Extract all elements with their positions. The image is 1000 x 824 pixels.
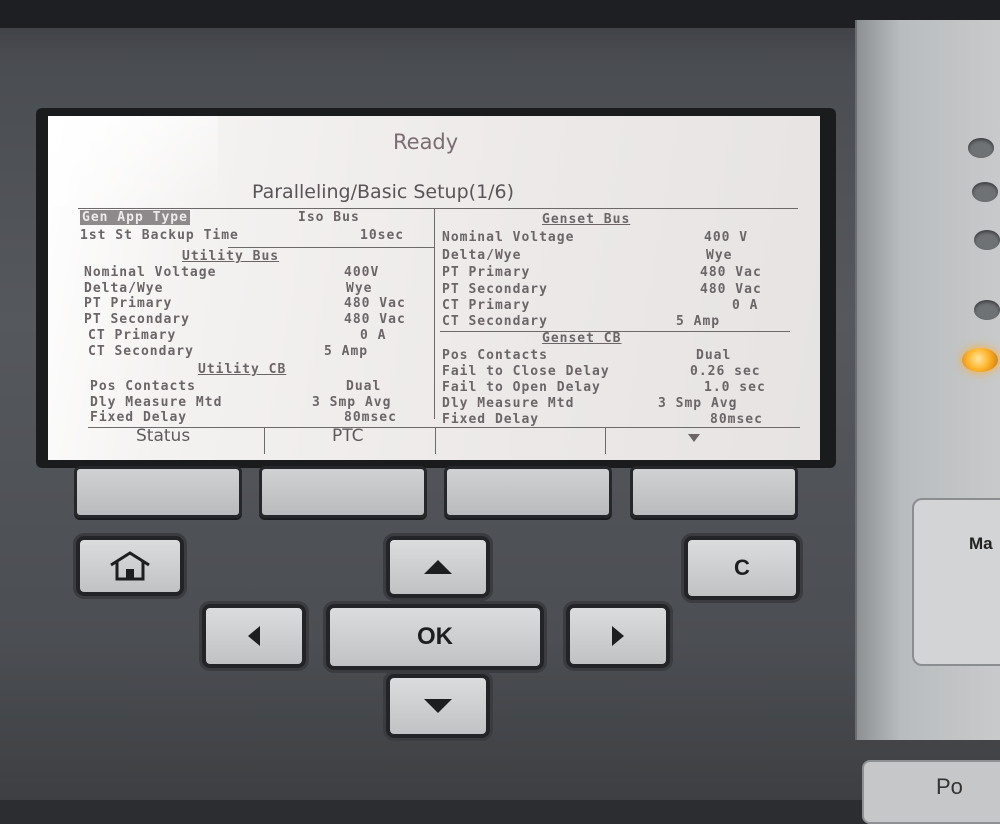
row-value: 400V bbox=[344, 265, 380, 280]
row-value: 3 Smp Avg bbox=[658, 396, 738, 411]
ok-button[interactable]: OK bbox=[326, 604, 544, 670]
row-value: 1.0 sec bbox=[704, 380, 766, 395]
softkey-4-button[interactable] bbox=[630, 466, 798, 518]
softkey-separator bbox=[435, 428, 436, 454]
row-value: 480 Vac bbox=[344, 312, 406, 327]
row-value: 80msec bbox=[344, 410, 397, 425]
indicator-light-4 bbox=[974, 300, 1000, 320]
section-divider bbox=[228, 247, 434, 248]
arrow-down-button[interactable] bbox=[386, 674, 490, 738]
lcd-screen: Ready Paralleling/Basic Setup(1/6) Gen A… bbox=[48, 116, 820, 460]
arrow-up-icon bbox=[424, 560, 452, 574]
row-label: Nominal Voltage bbox=[442, 230, 575, 245]
row-label: PT Secondary bbox=[442, 282, 548, 297]
row-value: Dual bbox=[346, 379, 382, 394]
row-value: 0.26 sec bbox=[690, 364, 761, 379]
row-value: Wye bbox=[346, 281, 373, 296]
clear-button[interactable]: C bbox=[684, 536, 800, 600]
section-title-utility-bus: Utility Bus bbox=[182, 249, 280, 264]
softkey-bar-divider bbox=[88, 427, 800, 428]
row-value: 480 Vac bbox=[700, 282, 762, 297]
clear-button-label: C bbox=[734, 555, 750, 580]
home-button[interactable] bbox=[76, 536, 184, 596]
row-value: 5 Amp bbox=[676, 314, 721, 329]
row-label: PT Primary bbox=[84, 296, 173, 311]
indicator-light-1 bbox=[968, 138, 994, 158]
row-label: Pos Contacts bbox=[442, 348, 548, 363]
side-mode-button[interactable]: Ma bbox=[912, 498, 1000, 666]
row-label: PT Primary bbox=[442, 265, 531, 280]
screen-glare bbox=[48, 116, 218, 206]
row-label: Delta/Wye bbox=[84, 281, 164, 296]
row-label: Dly Measure Mtd bbox=[90, 395, 223, 410]
row-value: 80msec bbox=[710, 412, 763, 427]
column-divider bbox=[434, 209, 435, 419]
row-label: Dly Measure Mtd bbox=[442, 396, 575, 411]
softkey-label-ptc: PTC bbox=[332, 426, 364, 446]
row-label: Fail to Close Delay bbox=[442, 364, 610, 379]
home-icon bbox=[110, 551, 150, 581]
status-text: Ready bbox=[393, 130, 459, 154]
row-value: 480 Vac bbox=[700, 265, 762, 280]
row-label: PT Secondary bbox=[84, 312, 190, 327]
row-label: Fixed Delay bbox=[90, 410, 188, 425]
softkey-3-button[interactable] bbox=[444, 466, 612, 518]
row-label: Fail to Open Delay bbox=[442, 380, 601, 395]
row-value: 480 Vac bbox=[344, 296, 406, 311]
row-value: Iso Bus bbox=[298, 210, 360, 225]
row-label: Gen App Type bbox=[80, 210, 190, 225]
row-value: 10sec bbox=[360, 228, 405, 243]
section-title-genset-cb: Genset CB bbox=[542, 331, 622, 346]
row-label: Delta/Wye bbox=[442, 248, 522, 263]
row-label: Nominal Voltage bbox=[84, 265, 217, 280]
indicator-light-2 bbox=[972, 182, 998, 202]
page-title: Paralleling/Basic Setup(1/6) bbox=[252, 181, 515, 203]
row-value: 5 Amp bbox=[324, 344, 369, 359]
indicator-light-3 bbox=[974, 230, 1000, 250]
row-label: 1st St Backup Time bbox=[80, 228, 239, 243]
row-label: CT Secondary bbox=[442, 314, 548, 329]
softkey-1-button[interactable] bbox=[74, 466, 242, 518]
row-value: 0 A bbox=[360, 328, 387, 343]
row-label: CT Primary bbox=[88, 328, 177, 343]
row-value: Dual bbox=[696, 348, 732, 363]
softkey-label-status: Status bbox=[136, 426, 191, 446]
row-label: CT Primary bbox=[442, 298, 531, 313]
row-value: 3 Smp Avg bbox=[312, 395, 392, 410]
arrow-right-button[interactable] bbox=[566, 604, 670, 668]
status-led bbox=[962, 348, 998, 372]
section-title-utility-cb: Utility CB bbox=[198, 362, 287, 377]
power-button-label: Po bbox=[936, 774, 963, 799]
chevron-down-icon bbox=[688, 434, 700, 442]
row-label: CT Secondary bbox=[88, 344, 194, 359]
softkey-separator bbox=[605, 428, 606, 454]
section-title-genset-bus: Genset Bus bbox=[542, 212, 631, 227]
arrow-left-icon bbox=[248, 626, 260, 646]
softkey-2-button[interactable] bbox=[259, 466, 427, 518]
arrow-right-icon bbox=[612, 626, 624, 646]
row-value: 0 A bbox=[732, 298, 759, 313]
arrow-down-icon bbox=[424, 699, 452, 713]
top-strip bbox=[0, 0, 1000, 28]
row-label: Pos Contacts bbox=[90, 379, 196, 394]
row-value: 400 V bbox=[704, 230, 749, 245]
title-divider bbox=[78, 208, 798, 209]
arrow-up-button[interactable] bbox=[386, 536, 490, 598]
arrow-left-button[interactable] bbox=[202, 604, 306, 668]
row-value: Wye bbox=[706, 248, 733, 263]
side-mode-button-label: Ma bbox=[969, 534, 993, 553]
power-button[interactable]: Po bbox=[862, 760, 1000, 824]
ok-button-label: OK bbox=[417, 623, 453, 650]
row-label: Fixed Delay bbox=[442, 412, 540, 427]
softkey-separator bbox=[264, 428, 265, 454]
